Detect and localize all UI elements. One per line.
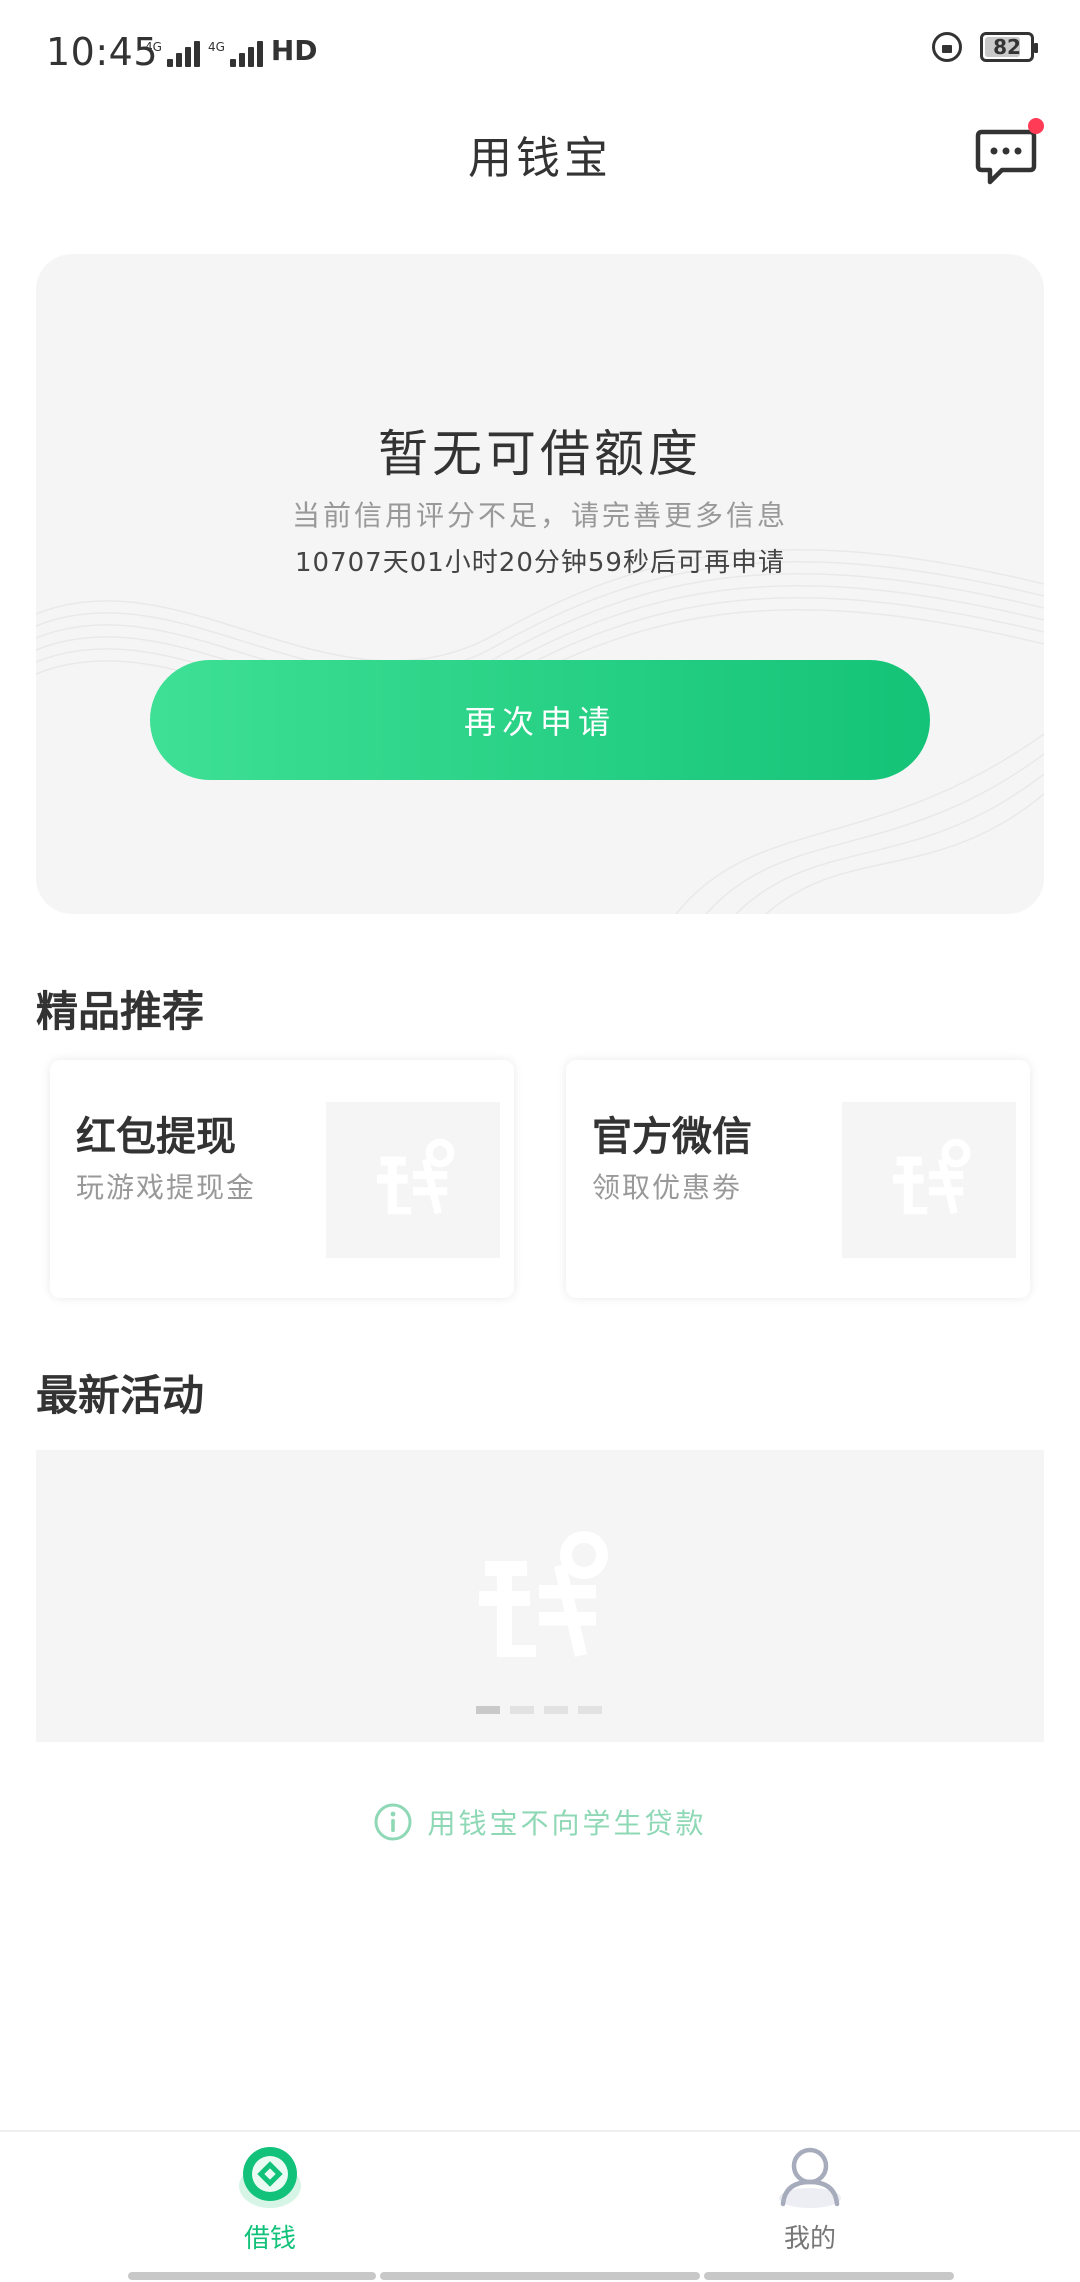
status-time: 10:45	[46, 30, 159, 74]
battery-icon: 82	[980, 32, 1038, 62]
carousel-dot[interactable]	[544, 1706, 568, 1714]
wave-decoration	[36, 549, 1044, 914]
status-signals: 4G 4G HD	[145, 34, 318, 67]
carousel-dot[interactable]	[578, 1706, 602, 1714]
nav-indicator-segment	[380, 2272, 700, 2280]
carousel-indicator	[476, 1706, 602, 1714]
recommend-card-subtitle: 玩游戏提现金	[76, 1171, 257, 1204]
battery-level: 82	[993, 35, 1021, 59]
tab-borrow[interactable]: 借钱	[170, 2144, 370, 2255]
recommend-card-subtitle: 领取优惠劵	[592, 1171, 743, 1204]
info-icon	[374, 1803, 412, 1841]
carousel-dot[interactable]	[476, 1706, 500, 1714]
banner-placeholder	[464, 1520, 614, 1684]
student-loan-notice: 用钱宝不向学生贷款	[0, 1802, 1080, 1842]
credit-limit-card: 暂无可借额度 当前信用评分不足，请完善更多信息 10707天01小时20分钟59…	[36, 254, 1044, 914]
nav-indicator-segment	[704, 2272, 954, 2280]
recommend-card-title: 红包提现	[76, 1114, 236, 1160]
message-icon	[975, 129, 1037, 185]
activity-banner[interactable]	[36, 1450, 1044, 1742]
person-icon	[779, 2147, 841, 2208]
placeholder-image	[842, 1102, 1016, 1258]
recommend-card-red-packet[interactable]: 红包提现 玩游戏提现金	[50, 1060, 514, 1298]
notice-text: 用钱宝不向学生贷款	[427, 1807, 707, 1840]
money-logo-icon	[893, 1138, 971, 1215]
message-button[interactable]	[974, 118, 1044, 188]
carousel-dot[interactable]	[510, 1706, 534, 1714]
recommend-card-title: 官方微信	[592, 1114, 752, 1160]
money-logo-icon	[377, 1138, 455, 1215]
signal-strength-icon: 4G	[145, 41, 200, 67]
nav-indicator-segment	[128, 2272, 376, 2280]
rotation-lock-icon	[932, 32, 962, 62]
no-credit-title: 暂无可借额度	[378, 425, 702, 483]
notification-dot	[1028, 118, 1044, 134]
coin-icon	[239, 2147, 301, 2208]
placeholder-image	[326, 1102, 500, 1258]
network-type-label-2: 4G	[207, 40, 225, 54]
status-bar: 10:45 4G 4G HD 82	[0, 0, 1080, 110]
tab-mine[interactable]: 我的	[710, 2144, 910, 2255]
tab-label: 我的	[783, 2224, 836, 2254]
reapply-button[interactable]: 再次申请	[150, 660, 930, 780]
app-header: 用钱宝	[0, 110, 1080, 240]
reapply-countdown: 10707天01小时20分钟59秒后可再申请	[295, 548, 785, 578]
bottom-tab-bar: 借钱 我的	[0, 2130, 1080, 2282]
network-type-label: 4G	[145, 40, 162, 54]
signal-strength-icon-2: 4G	[208, 41, 263, 67]
page-title: 用钱宝	[468, 133, 612, 184]
credit-subtitle: 当前信用评分不足，请完善更多信息	[291, 499, 788, 532]
recommend-section-title: 精品推荐	[36, 987, 205, 1036]
status-right: 82	[932, 32, 1038, 62]
activities-section-title: 最新活动	[36, 1371, 205, 1420]
money-logo-icon	[479, 1531, 608, 1657]
recommend-card-wechat[interactable]: 官方微信 领取优惠劵	[566, 1060, 1030, 1298]
tab-label: 借钱	[243, 2224, 296, 2254]
hd-voice-icon: HD	[270, 34, 318, 67]
